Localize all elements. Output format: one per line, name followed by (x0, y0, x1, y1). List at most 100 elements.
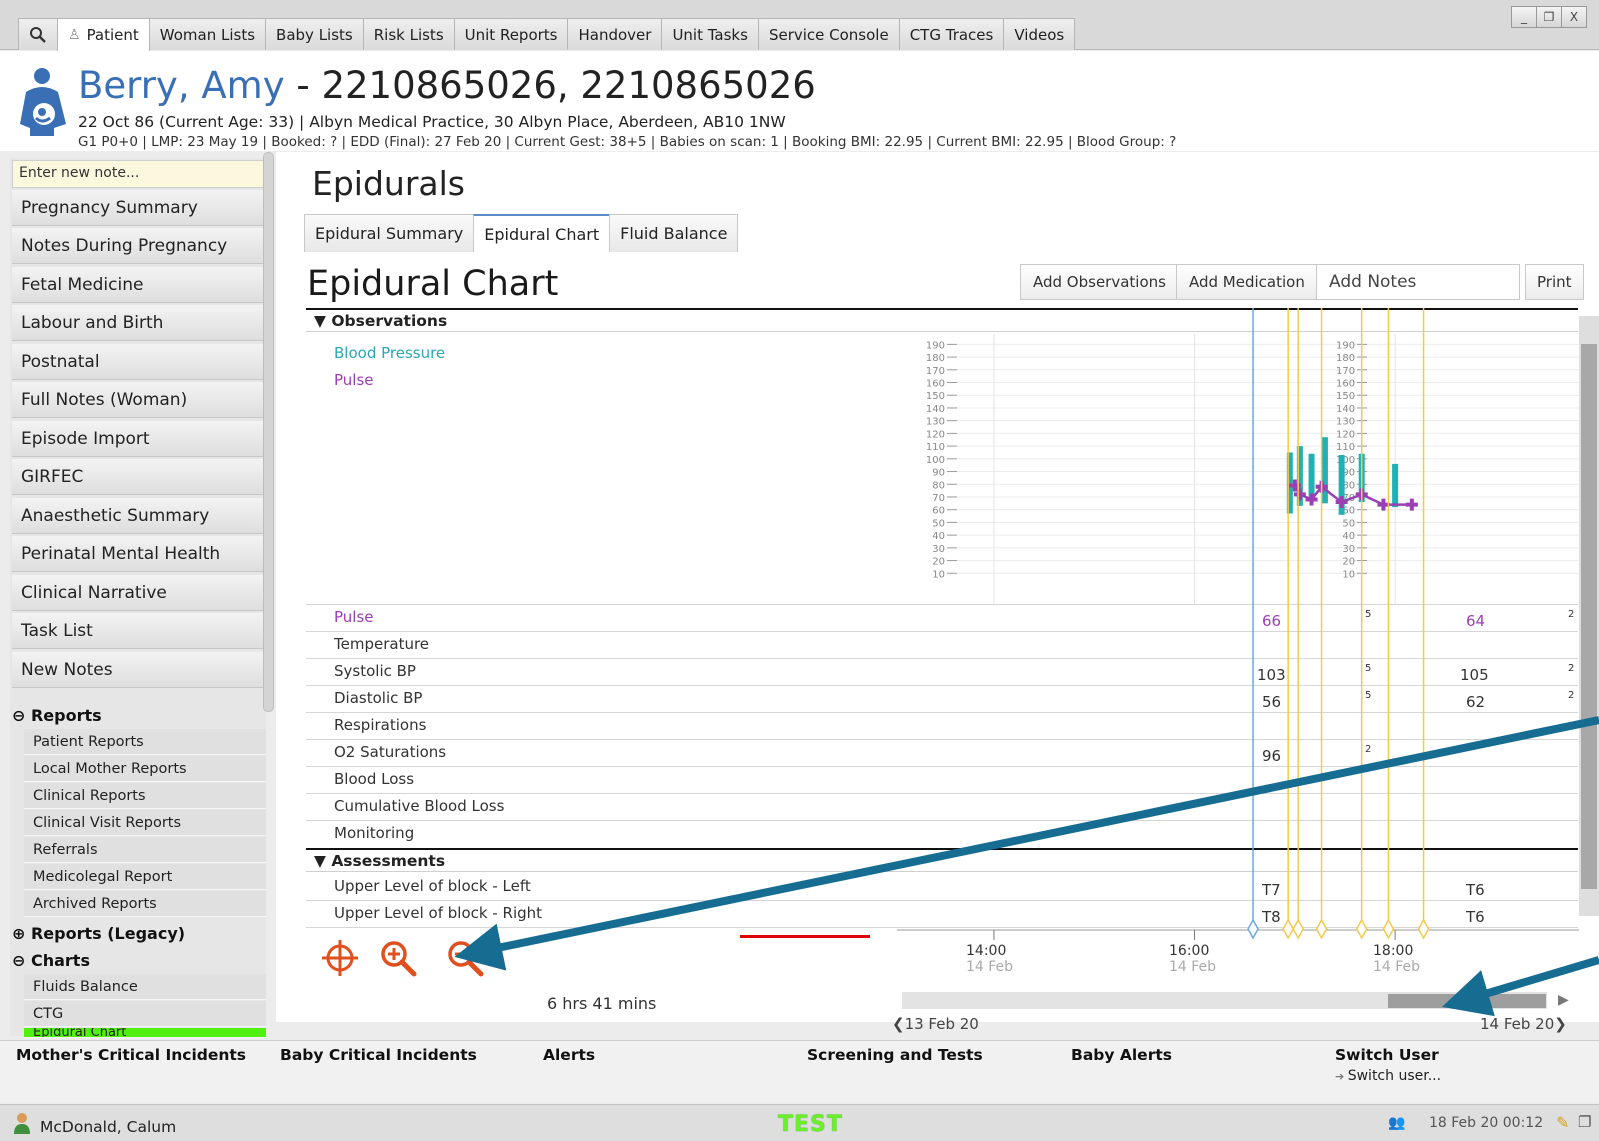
search-icon (30, 26, 46, 43)
tab-videos[interactable]: Videos (1003, 18, 1076, 50)
nav-full-notes-woman[interactable]: Full Notes (Woman) (12, 382, 266, 418)
patient-ids: - 2210865026, 2210865026 (284, 64, 816, 107)
nav-girfec[interactable]: GIRFEC (12, 459, 266, 495)
event-marker-yellow (1282, 918, 1295, 940)
range-start-link[interactable]: ❮13 Feb 20 (892, 1015, 979, 1033)
nav-anaesthetic-summary[interactable]: Anaesthetic Summary (12, 498, 266, 534)
add-observations-button[interactable]: Add Observations (1020, 264, 1179, 300)
users-icon[interactable]: 👥 (1388, 1115, 1405, 1131)
tab-ctg-traces[interactable]: CTG Traces (898, 18, 1005, 50)
add-notes-input[interactable]: Add Notes (1316, 264, 1520, 300)
nav-group-charts[interactable]: ⊖ Charts (12, 951, 90, 970)
nav-ctg[interactable]: CTG (24, 1001, 266, 1027)
close-button[interactable]: X (1561, 6, 1587, 28)
tab-patient[interactable]: ♙ Patient (57, 18, 150, 51)
nav-medicolegal-report[interactable]: Medicolegal Report (24, 864, 266, 890)
tab-woman-lists[interactable]: Woman Lists (148, 18, 267, 50)
nav-fluids-balance[interactable]: Fluids Balance (24, 974, 266, 1000)
nav-clinical-reports[interactable]: Clinical Reports (24, 783, 266, 809)
nav-referrals[interactable]: Referrals (24, 837, 266, 863)
scroll-right-arrow-icon[interactable]: ▶ (1558, 992, 1569, 1008)
switch-user-link[interactable]: ➔ Switch user... (1335, 1068, 1441, 1084)
tab-fluid-balance[interactable]: Fluid Balance (609, 214, 739, 252)
nav-patient-reports[interactable]: Patient Reports (24, 729, 266, 755)
tab-baby-lists[interactable]: Baby Lists (265, 18, 364, 50)
row-label-respirations: Respirations (334, 716, 427, 734)
zoom-out-icon[interactable] (445, 938, 485, 978)
expand-icon: ⊕ (12, 924, 26, 943)
chart-title: Epidural Chart (307, 264, 559, 304)
broom-icon[interactable]: ✎ (1556, 1113, 1569, 1132)
epidural-subtabs: Epidural Summary Epidural Chart Fluid Ba… (304, 214, 739, 252)
row-label-o2-saturations: O2 Saturations (334, 743, 447, 761)
legend-blood-pressure: Blood Pressure (334, 344, 446, 362)
row-label-block-left: Upper Level of block - Left (334, 877, 531, 895)
nav-group-reports-legacy[interactable]: ⊕ Reports (Legacy) (12, 924, 185, 943)
tab-risk-lists[interactable]: Risk Lists (362, 18, 455, 50)
nav-postnatal[interactable]: Postnatal (12, 344, 266, 380)
print-button[interactable]: Print (1525, 264, 1584, 300)
zoom-range-indicator (740, 935, 870, 938)
event-marker-blue (1247, 918, 1259, 940)
nav-clinical-narrative[interactable]: Clinical Narrative (12, 575, 266, 611)
tab-handover[interactable]: Handover (567, 18, 663, 50)
event-marker-yellow (1315, 918, 1328, 940)
nav-task-list[interactable]: Task List (12, 613, 266, 649)
row-label-blood-loss: Blood Loss (334, 770, 415, 788)
zoom-in-icon[interactable] (378, 938, 418, 978)
tab-service-console[interactable]: Service Console (757, 18, 900, 50)
add-medication-button[interactable]: Add Medication (1176, 264, 1318, 300)
row-label-block-right: Upper Level of block - Right (334, 904, 543, 922)
event-marker-yellow (1382, 918, 1395, 940)
tab-epidural-summary[interactable]: Epidural Summary (304, 214, 475, 252)
row-label-pulse: Pulse (334, 608, 374, 626)
row-label-cumulative-blood-loss: Cumulative Blood Loss (334, 797, 505, 815)
reset-zoom-crosshair-icon[interactable] (320, 938, 360, 978)
nav-labour-and-birth[interactable]: Labour and Birth (12, 305, 266, 341)
event-markers (897, 308, 1579, 940)
nav-notes-during-pregnancy[interactable]: Notes During Pregnancy (12, 228, 266, 264)
timeline-scroll-thumb[interactable] (1388, 994, 1546, 1008)
collapse-icon: ⊖ (12, 951, 26, 970)
nav-clinical-visit-reports[interactable]: Clinical Visit Reports (24, 810, 266, 836)
screening-and-tests[interactable]: Screening and Tests (807, 1046, 983, 1064)
tab-unit-reports[interactable]: Unit Reports (453, 18, 569, 50)
mother-critical-incidents[interactable]: Mother's Critical Incidents (16, 1046, 246, 1064)
current-user: McDonald, Calum (40, 1118, 177, 1136)
legend-pulse: Pulse (334, 371, 374, 389)
axis-time-2: 16:00 (1169, 943, 1210, 959)
event-marker-yellow (1292, 918, 1305, 940)
baby-critical-incidents[interactable]: Baby Critical Incidents (280, 1046, 477, 1064)
tab-unit-tasks[interactable]: Unit Tasks (661, 18, 759, 50)
tab-epidural-chart[interactable]: Epidural Chart (473, 214, 611, 252)
collapse-icon: ⊖ (12, 706, 26, 725)
restore-button[interactable]: ❐ (1536, 6, 1562, 28)
environment-badge: TEST (778, 1112, 843, 1137)
nav-episode-import[interactable]: Episode Import (12, 421, 266, 457)
nav-group-reports[interactable]: ⊖ Reports (12, 706, 102, 725)
nav-new-notes[interactable]: New Notes (12, 652, 266, 688)
duration-label: 6 hrs 41 mins (547, 994, 657, 1013)
nav-pregnancy-summary[interactable]: Pregnancy Summary (12, 190, 266, 226)
pregnancy-summary-line: G1 P0+0 | LMP: 23 May 19 | Booked: ? | E… (78, 134, 1177, 150)
baby-alerts[interactable]: Baby Alerts (1071, 1046, 1172, 1064)
new-note-input[interactable]: Enter new note... (12, 160, 266, 188)
nav-local-mother-reports[interactable]: Local Mother Reports (24, 756, 266, 782)
search-patient-button[interactable] (18, 18, 58, 50)
chart-vertical-scroll-thumb[interactable] (1581, 344, 1597, 889)
range-end-link[interactable]: 14 Feb 20❯ (1480, 1015, 1567, 1033)
nav-perinatal-mental-health[interactable]: Perinatal Mental Health (12, 536, 266, 572)
nav-scrollbar[interactable] (263, 152, 274, 712)
nav-fetal-medicine[interactable]: Fetal Medicine (12, 267, 266, 303)
axis-date-3: 14 Feb (1373, 959, 1421, 975)
nav-archived-reports[interactable]: Archived Reports (24, 891, 266, 917)
clock: 18 Feb 20 00:12 (1429, 1115, 1544, 1131)
person-icon: ♙ (68, 27, 81, 43)
windows-icon[interactable]: ❐ (1578, 1113, 1591, 1131)
nav-epidural-chart[interactable]: Epidural Chart (24, 1028, 266, 1038)
row-label-diastolic-bp: Diastolic BP (334, 689, 423, 707)
patient-name[interactable]: Berry, Amy (78, 64, 285, 107)
alerts[interactable]: Alerts (543, 1046, 595, 1064)
patient-name-heading: Berry, Amy - 2210865026, 2210865026 (78, 64, 816, 107)
minimize-button[interactable]: _ (1511, 6, 1537, 28)
